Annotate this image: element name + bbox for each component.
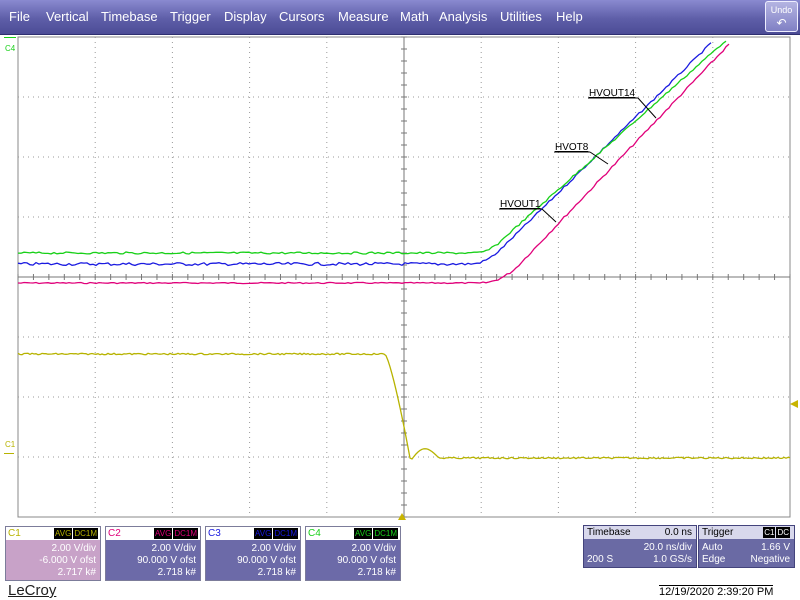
timebase-header: Timebase 0.0 ns — [584, 526, 696, 539]
channel-c3-vdiv: 2.00 V/div — [251, 543, 296, 554]
channel-c4-header: C4 AVG DC1M — [306, 527, 400, 540]
c4-marker[interactable]: C4 — [5, 44, 16, 53]
channel-c1-name: C1 — [8, 528, 21, 539]
channel-c3-header: C3 AVG DC1M — [206, 527, 300, 540]
channel-c2-mode: AVG — [154, 528, 173, 539]
trigger-coupling: DC — [776, 527, 790, 538]
menu-bar: File Vertical Timebase Trigger Display C… — [0, 0, 800, 35]
menu-utilities[interactable]: Utilities — [500, 9, 542, 24]
menu-help[interactable]: Help — [556, 9, 583, 24]
channel-c4-count: 2.718 k# — [357, 567, 396, 578]
graticule — [17, 36, 791, 518]
channel-c1-offset: -6.000 V ofst — [39, 555, 96, 566]
channel-c3-coupling: DC1M — [273, 528, 298, 539]
timebase-title: Timebase — [587, 527, 631, 538]
brand-logo: LeCroy — [8, 582, 57, 599]
c4-marker-bar — [4, 37, 16, 38]
channel-c2-vdiv: 2.00 V/div — [151, 543, 196, 554]
menu-analysis[interactable]: Analysis — [439, 9, 487, 24]
menu-math[interactable]: Math — [400, 9, 429, 24]
timebase-samples: 200 S — [587, 554, 614, 565]
undo-button[interactable]: Undo ↶ — [765, 1, 798, 32]
trigger-box[interactable]: Trigger C1 DC Auto 1.66 V Edge Negative — [698, 525, 795, 568]
menu-vertical[interactable]: Vertical — [46, 9, 89, 24]
timebase-delay: 0.0 ns — [664, 527, 692, 538]
undo-arrow-icon: ↶ — [776, 16, 787, 30]
trigger-header: Trigger C1 DC — [699, 526, 794, 539]
channel-c3-offset: 90.000 V ofst — [237, 555, 296, 566]
c1-marker[interactable]: C1 — [5, 440, 16, 449]
hvout1-leader-line — [541, 208, 557, 223]
channel-c1-vdiv: 2.00 V/div — [51, 543, 96, 554]
channel-c4-name: C4 — [308, 528, 321, 539]
hvout14-label: HVOUT14 — [589, 88, 636, 99]
channel-c2-header: C2 AVG DC1M — [106, 527, 200, 540]
channel-c4-offset: 90.000 V ofst — [337, 555, 396, 566]
timebase-per-div: 20.0 ns/div — [643, 542, 692, 553]
menu-timebase[interactable]: Timebase — [101, 9, 158, 24]
trigger-level: 1.66 V — [761, 542, 790, 553]
channel-c4-box[interactable]: C4 AVG DC1M 2.00 V/div 90.000 V ofst 2.7… — [305, 526, 401, 581]
menu-display[interactable]: Display — [224, 9, 267, 24]
trigger-mode: Auto — [702, 542, 723, 553]
channel-c3-mode: AVG — [254, 528, 273, 539]
timebase-rate: 1.0 GS/s — [653, 554, 692, 565]
channel-c3-name: C3 — [208, 528, 221, 539]
channel-c2-offset: 90.000 V ofst — [137, 555, 196, 566]
trigger-slope: Negative — [750, 554, 790, 565]
trigger-title: Trigger — [702, 527, 734, 538]
channel-c1-mode: AVG — [54, 528, 73, 539]
menu-cursors[interactable]: Cursors — [279, 9, 325, 24]
channel-c2-box[interactable]: C2 AVG DC1M 2.00 V/div 90.000 V ofst 2.7… — [105, 526, 201, 581]
trace-c2-hvout1 — [17, 43, 730, 285]
menu-measure[interactable]: Measure — [338, 9, 389, 24]
trigger-level-marker[interactable] — [790, 400, 798, 408]
channel-c2-count: 2.718 k# — [157, 567, 196, 578]
channel-c1-coupling: DC1M — [73, 528, 98, 539]
timebase-box[interactable]: Timebase 0.0 ns 20.0 ns/div 200 S 1.0 GS… — [583, 525, 697, 568]
timestamp: 12/19/2020 2:39:20 PM — [659, 585, 774, 598]
channel-c3-count: 2.718 k# — [257, 567, 296, 578]
channel-c1-header: C1 AVG DC1M — [6, 527, 100, 540]
channel-c2-name: C2 — [108, 528, 121, 539]
undo-label: Undo — [770, 5, 793, 15]
c1-marker-bar — [4, 453, 14, 454]
trigger-type: Edge — [702, 554, 726, 565]
menu-trigger[interactable]: Trigger — [170, 9, 211, 24]
channel-c2-coupling: DC1M — [173, 528, 198, 539]
waveform-grid: HVOUT14 HVOT8 HVOUT1 C4 C1 — [4, 36, 798, 520]
trace-c3-hvot8 — [17, 42, 712, 267]
hvout1-label: HVOUT1 — [500, 199, 541, 210]
menu-file[interactable]: File — [9, 9, 30, 24]
channel-c1-count: 2.717 k# — [57, 567, 96, 578]
channel-c3-box[interactable]: C3 AVG DC1M 2.00 V/div 90.000 V ofst 2.7… — [205, 526, 301, 581]
waveform-display[interactable]: HVOUT14 HVOT8 HVOUT1 C4 C1 — [0, 34, 800, 520]
channel-c4-vdiv: 2.00 V/div — [351, 543, 396, 554]
trace-c4-hvout14 — [17, 40, 727, 255]
hvot8-label: HVOT8 — [555, 142, 589, 153]
channel-c4-coupling: DC1M — [373, 528, 398, 539]
channel-c4-mode: AVG — [354, 528, 373, 539]
channel-c1-box[interactable]: C1 AVG DC1M 2.00 V/div -6.000 V ofst 2.7… — [5, 526, 101, 581]
trigger-source: C1 — [763, 527, 776, 538]
